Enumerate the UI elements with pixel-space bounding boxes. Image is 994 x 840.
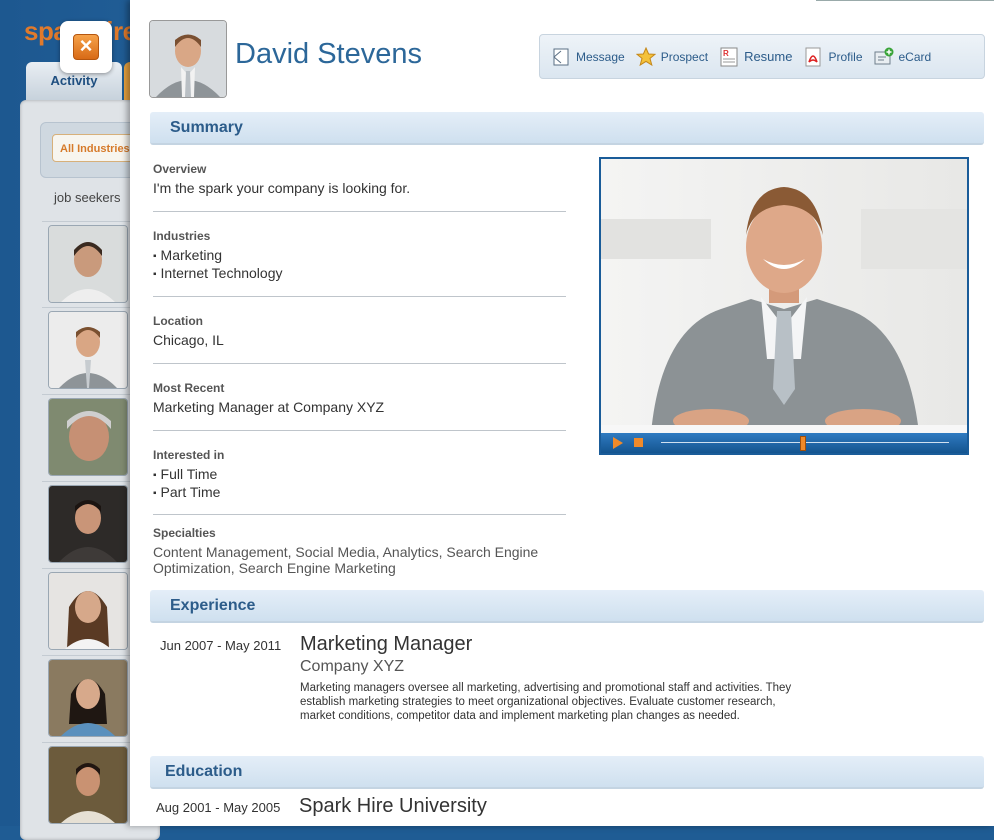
education-date: Aug 2001 - May 2005 — [156, 800, 281, 815]
industries-label: Industries — [153, 229, 211, 243]
interested-label: Interested in — [153, 448, 225, 462]
job-seeker-thumbnail[interactable] — [48, 225, 128, 303]
ecard-label: eCard — [898, 49, 932, 64]
video-controls — [601, 433, 967, 453]
overview-value: I'm the spark your company is looking fo… — [153, 180, 411, 196]
interested-field: Interested in Full Time Part Time — [153, 448, 566, 502]
location-field: Location Chicago, IL — [153, 314, 566, 348]
education-school: Spark Hire University — [299, 795, 487, 817]
prospect-label: Prospect — [660, 49, 709, 64]
location-label: Location — [153, 314, 203, 328]
overview-field: Overview I'm the spark your company is l… — [153, 162, 566, 196]
interest-item: Full Time — [153, 466, 566, 484]
top-border — [816, 0, 994, 1]
job-seeker-thumbnail[interactable] — [48, 485, 128, 563]
resume-icon: R — [719, 47, 739, 67]
job-seeker-thumbnail[interactable] — [48, 572, 128, 650]
list-divider — [42, 655, 142, 656]
svg-text:R: R — [723, 49, 729, 58]
message-icon — [551, 47, 571, 67]
industry-item: Marketing — [153, 247, 566, 265]
experience-title: Marketing Manager — [300, 633, 473, 655]
education-header: Education — [150, 756, 984, 789]
industry-filter-select[interactable]: All Industries — [52, 134, 142, 162]
experience-description: Marketing managers oversee all marketing… — [300, 682, 792, 722]
list-divider — [42, 568, 142, 569]
job-seekers-label: job seekers — [54, 190, 121, 205]
most-recent-label: Most Recent — [153, 381, 225, 395]
ecard-button[interactable]: eCard — [874, 47, 932, 67]
star-icon — [635, 46, 657, 67]
video-player[interactable] — [599, 157, 969, 455]
job-seeker-thumbnail[interactable] — [48, 311, 128, 389]
experience-header: Experience — [150, 590, 984, 623]
profile-label: Profile — [828, 49, 863, 64]
divider — [153, 514, 566, 515]
summary-heading: Summary — [170, 119, 243, 136]
resume-label: Resume — [744, 49, 793, 64]
overview-label: Overview — [153, 162, 207, 176]
prospect-button[interactable]: Prospect — [635, 46, 709, 67]
experience-date: Jun 2007 - May 2011 — [160, 638, 282, 653]
job-seeker-thumbnail[interactable] — [48, 398, 128, 476]
list-divider — [42, 221, 142, 222]
avatar — [149, 20, 227, 98]
ecard-icon — [874, 47, 894, 67]
video-frame — [601, 159, 967, 433]
profile-modal: David Stevens Message Prospect R Resume … — [130, 0, 994, 826]
most-recent-value: Marketing Manager at Company XYZ — [153, 399, 385, 415]
message-label: Message — [576, 49, 625, 64]
location-value: Chicago, IL — [153, 332, 224, 348]
message-button[interactable]: Message — [551, 47, 625, 67]
education-heading: Education — [165, 763, 243, 780]
interested-list: Full Time Part Time — [153, 466, 566, 502]
specialties-field: Specialties Content Management, Social M… — [153, 526, 566, 576]
experience-heading: Experience — [170, 597, 256, 614]
list-divider — [42, 307, 142, 308]
most-recent-field: Most Recent Marketing Manager at Company… — [153, 381, 566, 415]
specialties-value: Content Management, Social Media, Analyt… — [153, 544, 539, 576]
divider — [153, 211, 566, 212]
industry-item: Internet Technology — [153, 265, 566, 283]
divider — [153, 363, 566, 364]
summary-header: Summary — [150, 112, 984, 145]
experience-company: Company XYZ — [300, 658, 405, 675]
stop-icon[interactable] — [634, 438, 643, 447]
profile-button[interactable]: Profile — [803, 47, 863, 67]
list-divider — [42, 481, 142, 482]
specialties-label: Specialties — [153, 526, 216, 540]
divider — [153, 430, 566, 431]
close-icon: × — [73, 34, 99, 60]
job-seeker-thumbnail[interactable] — [48, 659, 128, 737]
industries-list: Marketing Internet Technology — [153, 247, 566, 283]
list-divider — [42, 742, 142, 743]
job-seeker-thumbnail[interactable] — [48, 746, 128, 824]
video-progress-handle[interactable] — [800, 436, 806, 451]
interest-item: Part Time — [153, 484, 566, 502]
divider — [153, 296, 566, 297]
play-icon[interactable] — [613, 437, 623, 449]
list-divider — [42, 394, 142, 395]
action-toolbar: Message Prospect R Resume Profile eCard — [539, 34, 985, 79]
close-button[interactable]: × — [60, 21, 112, 73]
industries-field: Industries Marketing Internet Technology — [153, 229, 566, 283]
candidate-name: David Stevens — [235, 38, 422, 70]
resume-button[interactable]: R Resume — [719, 47, 792, 67]
pdf-icon — [803, 47, 823, 67]
